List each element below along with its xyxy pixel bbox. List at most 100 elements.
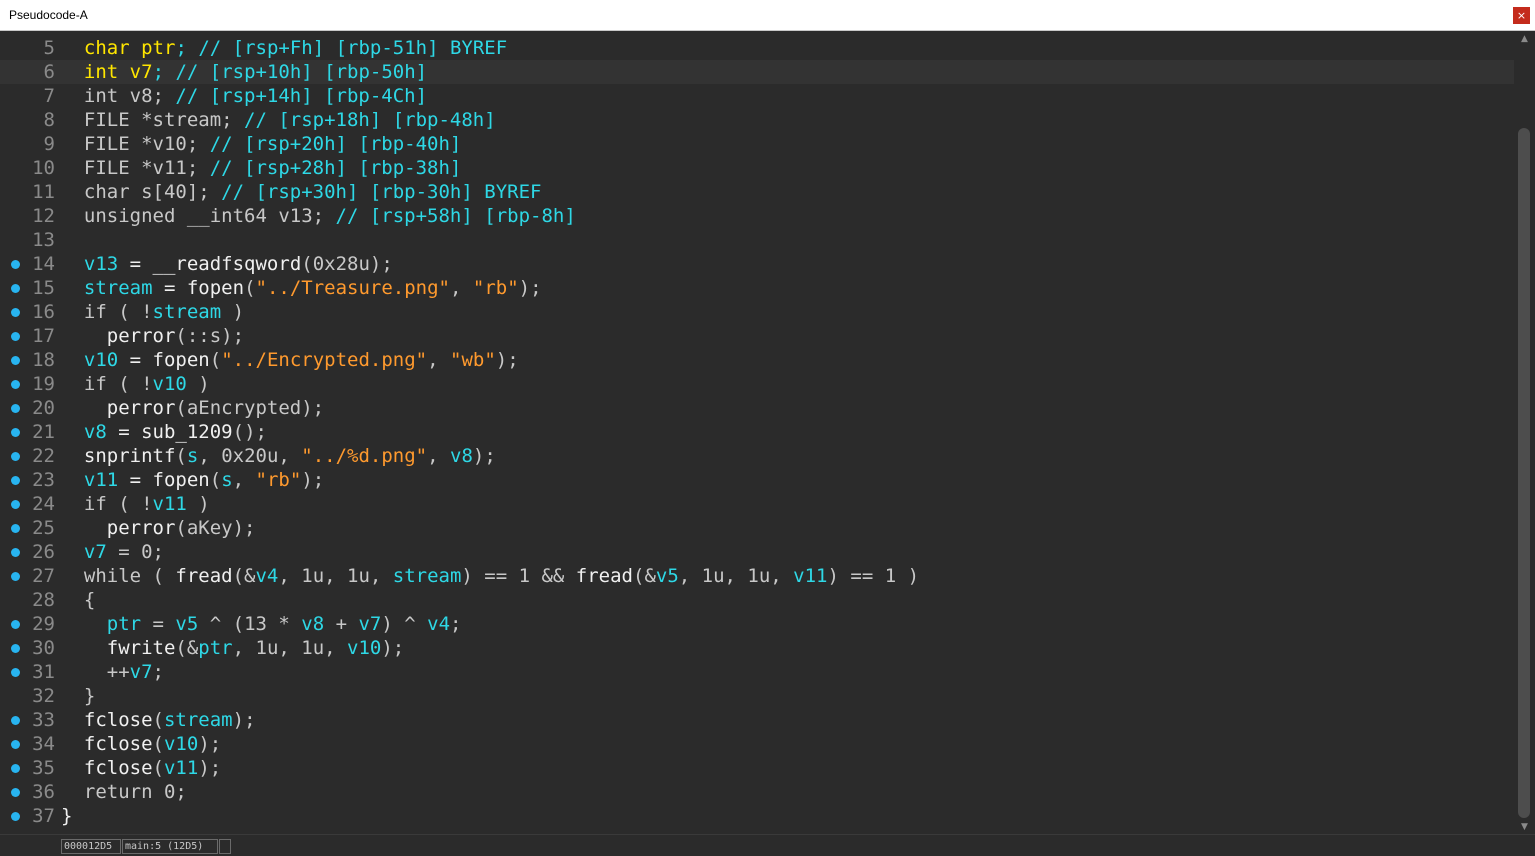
code-line[interactable]: 30 fwrite(&ptr, 1u, 1u, v10);	[0, 636, 1514, 660]
code-text: stream = fopen("../Treasure.png", "rb");	[61, 276, 542, 300]
code-line[interactable]: 15 stream = fopen("../Treasure.png", "rb…	[0, 276, 1514, 300]
code-line[interactable]: 12 unsigned __int64 v13; // [rsp+58h] [r…	[0, 204, 1514, 228]
code-line[interactable]: 33 fclose(stream);	[0, 708, 1514, 732]
scroll-thumb[interactable]	[1518, 128, 1530, 818]
code-line[interactable]: 10 FILE *v11; // [rsp+28h] [rbp-38h]	[0, 156, 1514, 180]
status-extra	[219, 839, 231, 854]
code-token: // [rsp+20h] [rbp-40h]	[209, 133, 462, 155]
code-line[interactable]: 34 fclose(v10);	[0, 732, 1514, 756]
vertical-scrollbar[interactable]: ▲ ▼	[1514, 32, 1535, 834]
code-token: // [rsp+14h] [rbp-4Ch]	[175, 85, 428, 107]
breakpoint-dot-icon[interactable]	[11, 788, 20, 797]
breakpoint-dot-icon[interactable]	[11, 572, 20, 581]
code-line[interactable]: 17 perror(::s);	[0, 324, 1514, 348]
code-line[interactable]: 7 int v8; // [rsp+14h] [rbp-4Ch]	[0, 84, 1514, 108]
breakpoint-dot-icon[interactable]	[11, 668, 20, 677]
breakpoint-dot-icon[interactable]	[11, 356, 20, 365]
code-token: // [rsp+58h] [rbp-8h]	[335, 205, 576, 227]
code-token: (0x28u);	[301, 253, 393, 275]
code-line[interactable]: 13	[0, 228, 1514, 252]
chevron-up-icon[interactable]: ▲	[1514, 32, 1535, 46]
breakpoint-dot-icon[interactable]	[11, 716, 20, 725]
code-line[interactable]: 37}	[0, 804, 1514, 828]
code-text: }	[61, 684, 95, 708]
code-line[interactable]: 18 v10 = fopen("../Encrypted.png", "wb")…	[0, 348, 1514, 372]
close-button[interactable]: ×	[1513, 7, 1530, 24]
breakpoint-dot-icon[interactable]	[11, 260, 20, 269]
breakpoint-dot-icon[interactable]	[11, 812, 20, 821]
line-number: 22	[32, 445, 55, 467]
breakpoint-dot-icon[interactable]	[11, 500, 20, 509]
code-token: v4	[255, 565, 279, 587]
code-line[interactable]: 35 fclose(v11);	[0, 756, 1514, 780]
code-token: ptr	[106, 613, 142, 635]
code-line[interactable]: 8 FILE *stream; // [rsp+18h] [rbp-48h]	[0, 108, 1514, 132]
code-token: v7	[358, 613, 382, 635]
breakpoint-dot-icon[interactable]	[11, 644, 20, 653]
code-text: if ( !v11 )	[61, 492, 210, 516]
code-line[interactable]: 14 v13 = __readfsqword(0x28u);	[0, 252, 1514, 276]
title-bar: Pseudocode-A ×	[0, 0, 1535, 31]
line-number: 28	[32, 589, 55, 611]
breakpoint-dot-icon[interactable]	[11, 428, 20, 437]
code-token: ; // [rsp+Fh] [rbp-51h] BYREF	[175, 37, 508, 59]
breakpoint-dot-icon[interactable]	[11, 524, 20, 533]
code-token: fclose	[83, 709, 153, 731]
breakpoint-dot-icon[interactable]	[11, 452, 20, 461]
chevron-down-icon[interactable]: ▼	[1514, 820, 1535, 834]
code-token: )	[186, 493, 210, 515]
code-token: char s[40];	[61, 181, 222, 203]
breakpoint-dot-icon[interactable]	[11, 620, 20, 629]
code-line[interactable]: 31 ++v7;	[0, 660, 1514, 684]
code-line[interactable]: 9 FILE *v10; // [rsp+20h] [rbp-40h]	[0, 132, 1514, 156]
code-line[interactable]: 21 v8 = sub_1209();	[0, 420, 1514, 444]
line-number: 10	[32, 157, 55, 179]
code-text: fwrite(&ptr, 1u, 1u, v10);	[61, 636, 404, 660]
code-editor[interactable]: 5 char ptr; // [rsp+Fh] [rbp-51h] BYREF 6…	[0, 32, 1514, 834]
code-token: ; // [rsp+10h] [rbp-50h]	[152, 61, 428, 83]
breakpoint-dot-icon[interactable]	[11, 404, 20, 413]
code-line[interactable]: 11 char s[40]; // [rsp+30h] [rbp-30h] BY…	[0, 180, 1514, 204]
code-line[interactable]: 23 v11 = fopen(s, "rb");	[0, 468, 1514, 492]
code-token: FILE *stream;	[61, 109, 245, 131]
code-line[interactable]: 22 snprintf(s, 0x20u, "../%d.png", v8);	[0, 444, 1514, 468]
breakpoint-dot-icon[interactable]	[11, 740, 20, 749]
code-token: );	[301, 469, 325, 491]
code-line[interactable]: 26 v7 = 0;	[0, 540, 1514, 564]
line-number: 36	[32, 781, 55, 803]
code-text: v8 = sub_1209();	[61, 420, 267, 444]
code-line[interactable]: 16 if ( !stream )	[0, 300, 1514, 324]
code-token: (	[152, 757, 164, 779]
code-line[interactable]: 25 perror(aKey);	[0, 516, 1514, 540]
breakpoint-dot-icon[interactable]	[11, 476, 20, 485]
code-line[interactable]: 6 int v7; // [rsp+10h] [rbp-50h]	[0, 60, 1514, 84]
code-line[interactable]: 29 ptr = v5 ^ (13 * v8 + v7) ^ v4;	[0, 612, 1514, 636]
code-text: fclose(stream);	[61, 708, 256, 732]
code-token: (	[209, 349, 222, 371]
code-line[interactable]: 5 char ptr; // [rsp+Fh] [rbp-51h] BYREF	[0, 36, 1514, 60]
code-line[interactable]: 36 return 0;	[0, 780, 1514, 804]
code-text: FILE *v11; // [rsp+28h] [rbp-38h]	[61, 156, 462, 180]
code-line[interactable]: 20 perror(aEncrypted);	[0, 396, 1514, 420]
breakpoint-dot-icon[interactable]	[11, 332, 20, 341]
code-token: );	[381, 637, 405, 659]
breakpoint-dot-icon[interactable]	[11, 380, 20, 389]
breakpoint-dot-icon[interactable]	[11, 284, 20, 293]
code-token: v4	[427, 613, 451, 635]
code-token: =	[106, 421, 142, 443]
code-line[interactable]: 19 if ( !v10 )	[0, 372, 1514, 396]
code-token: (&	[175, 637, 199, 659]
code-line[interactable]: 24 if ( !v11 )	[0, 492, 1514, 516]
breakpoint-dot-icon[interactable]	[11, 308, 20, 317]
code-line[interactable]: 28 {	[0, 588, 1514, 612]
code-line[interactable]: 27 while ( fread(&v4, 1u, 1u, stream) ==…	[0, 564, 1514, 588]
breakpoint-dot-icon[interactable]	[11, 548, 20, 557]
breakpoint-dot-icon[interactable]	[11, 764, 20, 773]
code-token: ,	[449, 277, 473, 299]
code-text: int v8; // [rsp+14h] [rbp-4Ch]	[61, 84, 427, 108]
code-line[interactable]: 32 }	[0, 684, 1514, 708]
